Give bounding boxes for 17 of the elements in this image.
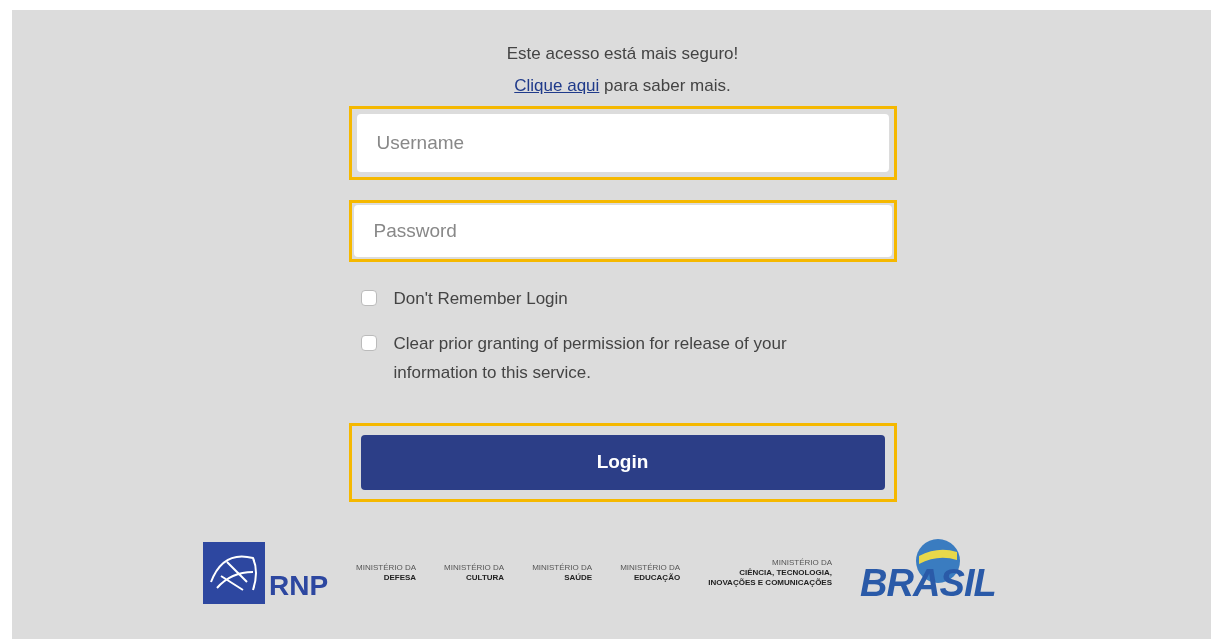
checkbox-label: Don't Remember Login <box>393 288 569 310</box>
input-field[interactable]: Username <box>356 114 889 172</box>
network-logo-icon <box>202 542 265 604</box>
ministry-logo: MINISTÉRIO DA DEFESA <box>356 563 417 583</box>
ministry-logo: MINISTÉRIO DA CULTURA <box>444 563 505 583</box>
ministry-logo: MINISTÉRIO DA EDUCAÇÃO <box>620 563 681 583</box>
info-sentence: Clique aqui para saber mais. <box>514 75 731 97</box>
login-button[interactable]: Login <box>360 435 885 490</box>
info-link[interactable]: Clique aqui <box>514 76 600 95</box>
security-notice: Este acesso está mais seguro! <box>506 43 739 65</box>
ministry-logo: MINISTÉRIO DA CIÊNCIA, TECNOLOGIA, INOVAÇÕES E COMUNICAÇÕES <box>708 558 833 588</box>
checkbox-label: Clear prior granting of permission for release of your information to this service. <box>393 333 788 384</box>
ministry-logo: MINISTÉRIO DA SAÚDE <box>532 563 593 583</box>
input-field[interactable]: Password <box>353 205 892 257</box>
checkbox[interactable] <box>360 335 377 351</box>
checkbox[interactable] <box>360 290 377 306</box>
logo-text: RNP <box>268 572 329 600</box>
